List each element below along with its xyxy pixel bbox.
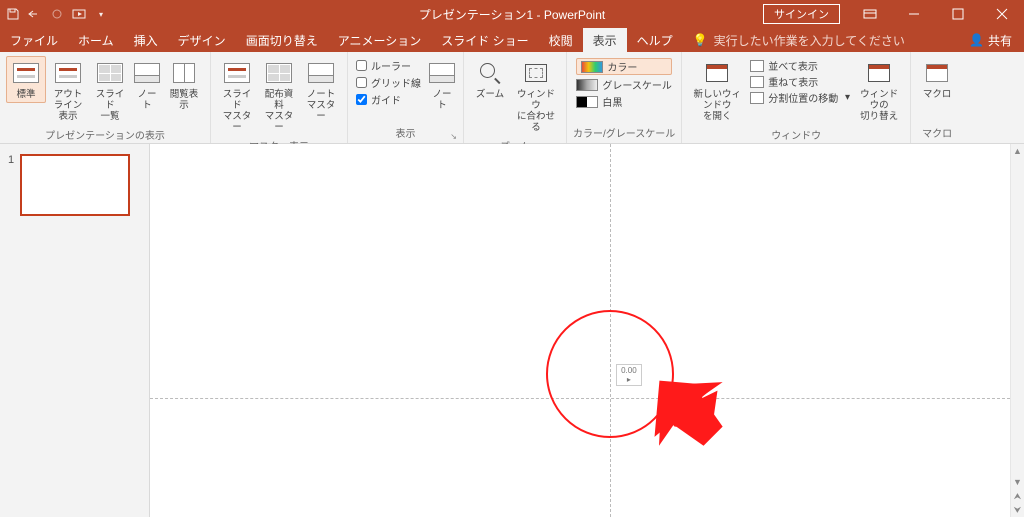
- ribbon-display-options-icon[interactable]: [848, 0, 892, 28]
- group-macros: マクロ マクロ: [910, 52, 963, 143]
- tab-file[interactable]: ファイル: [0, 28, 68, 52]
- share-button[interactable]: 👤 共有: [957, 28, 1024, 52]
- title-bar: ▾ プレゼンテーション1 - PowerPoint サインイン: [0, 0, 1024, 28]
- cascade-button[interactable]: 重ねて表示: [748, 74, 852, 89]
- redo-icon[interactable]: [50, 7, 64, 21]
- group-show: ルーラー グリッド線 ガイド ノー ト 表示: [347, 52, 463, 143]
- close-icon[interactable]: [980, 0, 1024, 28]
- undo-icon[interactable]: [28, 7, 42, 21]
- group-color: カラー グレースケール 白黒 カラー/グレースケール: [566, 52, 681, 143]
- notes-master-button[interactable]: ノート マスター: [301, 56, 341, 125]
- tab-insert[interactable]: 挿入: [124, 28, 168, 52]
- slide-thumbnail-1[interactable]: 1: [8, 154, 141, 216]
- tab-design[interactable]: デザイン: [168, 28, 236, 52]
- quick-access-toolbar: ▾: [0, 7, 114, 21]
- tab-help[interactable]: ヘルプ: [627, 28, 683, 52]
- group-label-show[interactable]: 表示: [354, 123, 457, 143]
- workspace: 1 0.00▸ ▲ ▼ ⮝ ⮟: [0, 144, 1024, 517]
- gridlines-checkbox[interactable]: グリッド線: [356, 75, 421, 90]
- normal-view-button[interactable]: 標準: [6, 56, 46, 103]
- tell-me[interactable]: 💡 実行したい作業を入力してください: [683, 28, 915, 52]
- color-mode-button[interactable]: カラー: [576, 58, 672, 75]
- outline-view-button[interactable]: アウトライン 表示: [48, 56, 88, 125]
- arrange-all-button[interactable]: 並べて表示: [748, 58, 852, 73]
- tab-home[interactable]: ホーム: [68, 28, 124, 52]
- slide-editor[interactable]: 0.00▸ ▲ ▼ ⮝ ⮟: [150, 144, 1024, 517]
- signin-button[interactable]: サインイン: [763, 4, 840, 24]
- bw-mode-button[interactable]: 白黒: [576, 94, 672, 109]
- scroll-up-icon[interactable]: ▲: [1011, 144, 1024, 158]
- switch-windows-button[interactable]: ウィンドウの 切り替え: [854, 56, 904, 125]
- group-label-window: ウィンドウ: [688, 125, 904, 145]
- prev-slide-icon[interactable]: ⮝: [1011, 489, 1024, 503]
- vertical-scrollbar[interactable]: ▲ ▼ ⮝ ⮟: [1010, 144, 1024, 517]
- share-icon: 👤: [969, 33, 984, 47]
- tab-animations[interactable]: アニメーション: [328, 28, 432, 52]
- reading-view-button[interactable]: 閲覧表示: [164, 56, 204, 114]
- macros-button[interactable]: マクロ: [917, 56, 957, 103]
- save-icon[interactable]: [6, 7, 20, 21]
- slide-sorter-button[interactable]: スライド 一覧: [90, 56, 130, 125]
- scroll-down-icon[interactable]: ▼: [1011, 475, 1024, 489]
- guides-checkbox[interactable]: ガイド: [356, 92, 421, 107]
- tell-me-placeholder: 実行したい作業を入力してください: [714, 32, 905, 49]
- notes-toggle-button[interactable]: ノー ト: [427, 56, 457, 114]
- minimize-icon[interactable]: [892, 0, 936, 28]
- ribbon: 標準 アウトライン 表示 スライド 一覧 ノー ト 閲覧表示 プレゼンテーション…: [0, 52, 1024, 144]
- tab-transitions[interactable]: 画面切り替え: [236, 28, 328, 52]
- notes-page-button[interactable]: ノー ト: [132, 56, 162, 114]
- grayscale-mode-button[interactable]: グレースケール: [576, 77, 672, 92]
- group-zoom: ズーム ウィンドウ に合わせる ズーム: [463, 52, 566, 143]
- group-label-presviews: プレゼンテーションの表示: [6, 125, 204, 145]
- tab-slideshow[interactable]: スライド ショー: [431, 28, 538, 52]
- qat-dropdown-icon[interactable]: ▾: [94, 7, 108, 21]
- move-split-button[interactable]: 分割位置の移動 ▾: [748, 90, 852, 105]
- annotation-arrow-icon: [644, 368, 744, 458]
- group-master-views: スライド マスター 配布資料 マスター ノート マスター マスター表示: [210, 52, 347, 143]
- zoom-button[interactable]: ズーム: [470, 56, 510, 103]
- slide-number: 1: [8, 154, 14, 216]
- group-label-color: カラー/グレースケール: [573, 123, 675, 143]
- next-slide-icon[interactable]: ⮟: [1011, 503, 1024, 517]
- new-window-button[interactable]: 新しいウィンドウ を開く: [688, 56, 746, 125]
- tab-review[interactable]: 校閲: [539, 28, 583, 52]
- slide-thumbnail-image[interactable]: [20, 154, 130, 216]
- group-window: 新しいウィンドウ を開く 並べて表示 重ねて表示 分割位置の移動 ▾ ウィンドウ…: [681, 52, 910, 143]
- lightbulb-icon: 💡: [693, 33, 708, 47]
- group-label-macros: マクロ: [917, 123, 957, 143]
- fit-to-window-button[interactable]: ウィンドウ に合わせる: [512, 56, 560, 136]
- ribbon-tabs: ファイル ホーム 挿入 デザイン 画面切り替え アニメーション スライド ショー…: [0, 28, 1024, 52]
- slideshow-start-icon[interactable]: [72, 7, 86, 21]
- slide-master-button[interactable]: スライド マスター: [217, 56, 257, 136]
- ruler-checkbox[interactable]: ルーラー: [356, 58, 421, 73]
- group-presentation-views: 標準 アウトライン 表示 スライド 一覧 ノー ト 閲覧表示 プレゼンテーション…: [0, 52, 210, 143]
- tab-view[interactable]: 表示: [583, 28, 627, 52]
- window-title: プレゼンテーション1 - PowerPoint: [419, 6, 605, 23]
- slide-thumbnail-pane[interactable]: 1: [0, 144, 150, 517]
- maximize-icon[interactable]: [936, 0, 980, 28]
- share-label: 共有: [988, 32, 1012, 49]
- handout-master-button[interactable]: 配布資料 マスター: [259, 56, 299, 136]
